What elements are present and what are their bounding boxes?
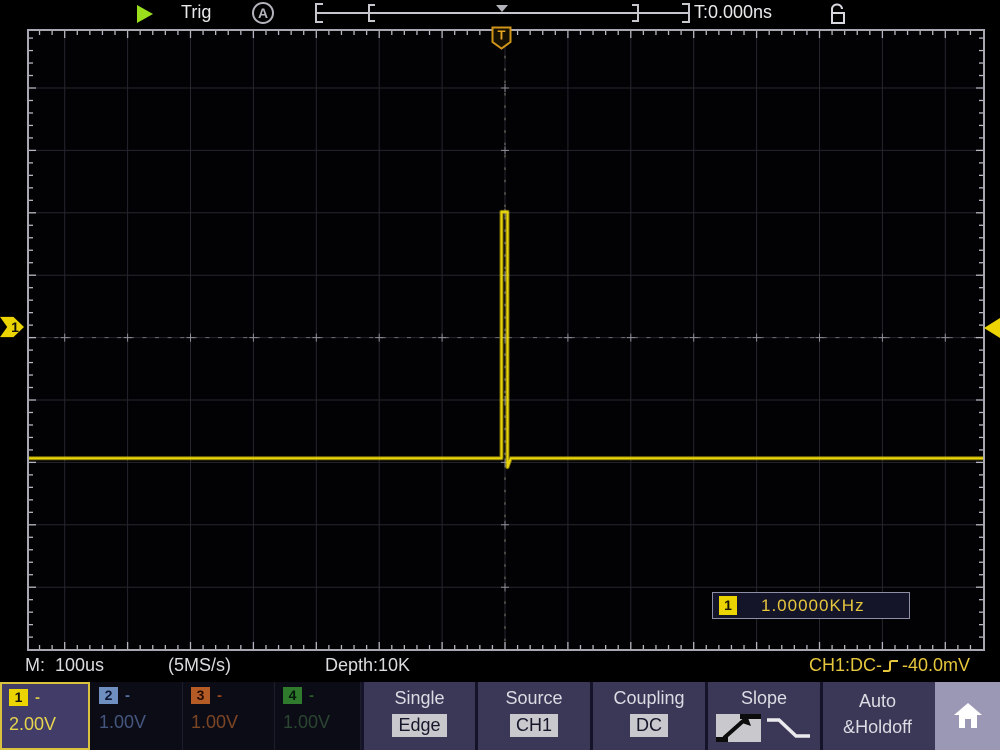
ch3-badge: 3	[191, 687, 210, 704]
ch2-coupling-dash: -	[125, 687, 130, 704]
trigger-readout-prefix: CH1:DC-	[809, 655, 882, 676]
ch4-badge: 4	[283, 687, 302, 704]
menu-slope-label: Slope	[708, 688, 820, 709]
graticule-display	[27, 29, 985, 651]
rising-edge-icon	[882, 657, 902, 675]
hbar-trigger-position-icon[interactable]	[496, 5, 508, 12]
oscilloscope-screen: Trig A T:0.000ns T 1 1 1.00000KHz M: 100…	[0, 0, 1000, 750]
hbar-inner-right-bracket	[632, 4, 639, 22]
top-bar: Trig A T:0.000ns	[0, 0, 1000, 28]
menu-holdoff-label: &Holdoff	[823, 714, 932, 740]
channel-3-status[interactable]: 3 - 1.00V	[184, 682, 275, 750]
menu-coupling-label: Coupling	[593, 688, 705, 709]
ch1-coupling-dash: -	[35, 689, 40, 706]
menu-auto-holdoff-button[interactable]: Auto &Holdoff	[820, 682, 932, 750]
menu-single-button[interactable]: Single Edge	[361, 682, 475, 750]
frequency-value: 1.00000KHz	[761, 596, 865, 616]
trig-label: Trig	[181, 2, 211, 23]
ch3-volts-per-div: 1.00V	[191, 712, 267, 733]
menu-source-value: CH1	[510, 714, 558, 737]
ch4-coupling-dash: -	[309, 687, 314, 704]
trigger-readout-suffix: -40.0mV	[902, 655, 970, 676]
home-icon	[951, 700, 985, 732]
sample-rate-readout: (5MS/s)	[168, 655, 231, 676]
hbar-inner-left-bracket	[368, 4, 375, 22]
home-button[interactable]	[935, 682, 1000, 750]
channel-1-status[interactable]: 1 - 2.00V	[0, 682, 90, 750]
menu-single-value: Edge	[392, 714, 446, 737]
horizontal-position-bar[interactable]	[315, 2, 690, 24]
trigger-readout: CH1:DC- -40.0mV	[809, 655, 970, 676]
ch2-badge: 2	[99, 687, 118, 704]
trigger-position-marker[interactable]: T	[491, 26, 512, 50]
depth-readout: Depth:10K	[325, 655, 410, 676]
ch3-coupling-dash: -	[217, 687, 222, 704]
channel-2-status[interactable]: 2 - 1.00V	[92, 682, 183, 750]
frequency-channel-badge: 1	[719, 596, 737, 615]
ch1-zero-position-marker[interactable]: 1	[0, 316, 24, 338]
svg-text:T: T	[498, 28, 506, 43]
timebase-readout: M: 100us	[25, 655, 104, 676]
trigger-level-marker[interactable]	[984, 318, 1000, 338]
unlock-icon[interactable]	[827, 3, 847, 25]
menu-coupling-value: DC	[630, 714, 668, 737]
ch2-volts-per-div: 1.00V	[99, 712, 175, 733]
run-state-play-icon	[137, 5, 153, 23]
frequency-counter: 1 1.00000KHz	[712, 592, 910, 619]
menu-source-label: Source	[478, 688, 590, 709]
menu-source-button[interactable]: Source CH1	[475, 682, 590, 750]
trigger-soft-menu: Single Edge Source CH1 Coupling DC Slope	[361, 682, 935, 750]
menu-slope-button[interactable]: Slope	[705, 682, 820, 750]
slope-falling-icon[interactable]	[766, 713, 812, 743]
menu-auto-label: Auto	[823, 688, 932, 714]
ch4-volts-per-div: 1.00V	[283, 712, 353, 733]
ch1-volts-per-div: 2.00V	[9, 714, 81, 735]
auto-trigger-icon: A	[252, 2, 274, 24]
trigger-time-offset: T:0.000ns	[694, 2, 772, 23]
status-bar: M: 100us (5MS/s) Depth:10K CH1:DC- -40.0…	[0, 651, 1000, 682]
menu-single-label: Single	[364, 688, 475, 709]
slope-rising-icon[interactable]	[716, 713, 762, 743]
ch1-badge: 1	[9, 689, 28, 706]
bottom-bar: 1 - 2.00V 2 - 1.00V 3 - 1.00V 4 - 1.00V	[0, 682, 1000, 750]
menu-coupling-button[interactable]: Coupling DC	[590, 682, 705, 750]
channel-4-status[interactable]: 4 - 1.00V	[276, 682, 361, 750]
